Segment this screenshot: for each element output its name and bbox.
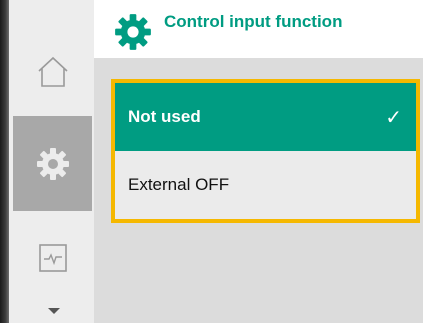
chevron-down-icon[interactable] — [45, 306, 63, 316]
sidebar — [9, 0, 94, 323]
sidebar-item-home[interactable] — [13, 42, 92, 102]
home-icon — [37, 56, 68, 87]
checkmark-icon: ✓ — [385, 106, 402, 129]
option-external-off[interactable]: External OFF — [115, 151, 416, 219]
option-list: Not used ✓ External OFF — [111, 79, 420, 223]
option-label: External OFF — [128, 175, 230, 194]
diagnostics-icon — [38, 244, 67, 272]
sidebar-item-settings[interactable] — [13, 116, 92, 211]
sidebar-item-diagnostics[interactable] — [13, 228, 92, 288]
gear-icon — [115, 14, 151, 50]
option-label: Not used — [128, 107, 201, 126]
option-not-used[interactable]: Not used ✓ — [115, 83, 416, 151]
gear-icon — [36, 147, 69, 180]
device-bezel — [0, 0, 9, 323]
page-title: Control input function — [164, 12, 343, 31]
header: Control input function — [94, 0, 423, 55]
